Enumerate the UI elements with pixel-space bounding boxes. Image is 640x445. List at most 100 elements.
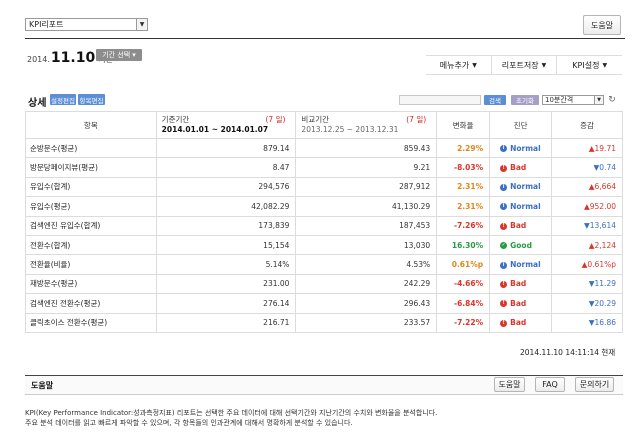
contact-button[interactable]: 문의하기 <box>575 377 614 392</box>
row-base-value: 294,576 <box>155 176 297 198</box>
interval-select[interactable]: 10분간격 ▼ <box>542 95 604 105</box>
chevron-down-icon[interactable]: ▼ <box>594 96 603 104</box>
table-header-row: 항목 기준기간 (7 일) 2014.01.01 ~ 2014.01.07 비교기… <box>25 111 623 139</box>
row-diagnosis: i Normal <box>489 196 553 217</box>
help-guide-button[interactable]: 도움말 <box>494 377 525 392</box>
search-input[interactable] <box>399 95 481 105</box>
row-diagnosis-label: Good <box>510 240 532 250</box>
row-base-value: 173,839 <box>155 215 297 236</box>
row-diagnosis: i Normal <box>489 137 553 159</box>
table-row[interactable]: 유입수(합계) 294,576 287,912 2.31% i Normal ▲6,664 <box>25 176 623 198</box>
row-delta-value: 0.61%p <box>587 260 616 270</box>
menu-save-report-label: 리포트저장 <box>501 60 539 70</box>
table-row[interactable]: 검색엔진 전환수(평균) 276.14 296.43 -6.84%! Bad ▼20.29 <box>25 293 623 314</box>
caret-down-icon: ▼ <box>602 61 608 69</box>
row-compare-value: 9.21 <box>295 157 438 178</box>
item-edit-button[interactable]: 항목편집 <box>78 94 105 105</box>
row-item-name: 클릭초이스 전환수(평균) <box>25 312 157 333</box>
compare-period-days: (7 일) <box>406 115 427 124</box>
row-compare-value: 296.43 <box>295 293 438 314</box>
date-year: 2014. <box>27 55 50 64</box>
help-description-line-2: 주요 분석 데이터를 읽고 빠르게 파악할 수 있으며, 각 항목들의 인과관계… <box>25 419 353 427</box>
menu-kpi-settings[interactable]: KPI설정 ▼ <box>556 56 622 74</box>
compare-period-range: 2013.12.25 ~ 2013.12.31 <box>301 125 399 134</box>
row-diagnosis: i Normal <box>489 176 553 198</box>
table-row[interactable]: 클릭초이스 전환수(평균) 216.71 233.57 -7.22%! Bad ▼16.8… <box>25 312 623 333</box>
row-change-rate: -6.84% <box>436 293 491 314</box>
diagnosis-bad-icon: ! <box>500 222 508 230</box>
diagnosis-normal-icon: i <box>500 183 508 191</box>
table-row[interactable]: 전환수(합계) 15,154 13,030 16.30% ✓ Good ▲2,124 <box>25 234 623 256</box>
reset-button[interactable]: 초기화 <box>511 95 539 105</box>
row-item-name: 유입수(평균) <box>25 196 157 217</box>
kpi-table: 항목 기준기간 (7 일) 2014.01.01 ~ 2014.01.07 비교기… <box>25 111 623 333</box>
row-change-rate: -7.22% <box>436 312 491 333</box>
report-select-value: KPI리포트 <box>29 20 64 29</box>
row-base-value: 231.00 <box>155 273 297 295</box>
row-change-rate: 16.30% <box>436 234 491 256</box>
refresh-icon[interactable]: ↻ <box>606 94 618 106</box>
row-change-rate: 2.31% <box>436 176 491 198</box>
row-delta: ▼20.29 <box>551 293 623 314</box>
row-delta: ▲0.61%p <box>551 254 623 275</box>
divider <box>25 38 625 39</box>
row-delta-value: 20.29 <box>594 298 616 308</box>
row-item-name: 방문당페이지뷰(평균) <box>25 157 157 178</box>
row-delta-value: 6,664 <box>594 182 616 192</box>
row-diagnosis: ! Bad <box>489 157 553 178</box>
row-item-name: 전환수(합계) <box>25 234 157 256</box>
row-base-value: 216.71 <box>155 312 297 333</box>
chevron-down-icon[interactable]: ▼ <box>136 19 147 30</box>
row-change-rate: -7.26% <box>436 215 491 236</box>
row-compare-value: 859.43 <box>295 137 438 159</box>
row-item-name: 검색엔진 유입수(합계) <box>25 215 157 236</box>
row-diagnosis: i Normal <box>489 254 553 275</box>
row-base-value: 5.14% <box>155 254 297 275</box>
row-item-name: 순방문수(평균) <box>25 137 157 159</box>
row-diagnosis: ✓ Good <box>489 234 553 256</box>
period-select-label: 기간 선택 <box>102 51 131 59</box>
table-row[interactable]: 유입수(평균) 42,082.29 41,130.29 2.31% i Normal ▲95… <box>25 196 623 217</box>
diagnosis-bad-icon: ! <box>500 319 508 327</box>
row-compare-value: 41,130.29 <box>295 196 438 217</box>
row-delta-value: 2,124 <box>594 240 616 250</box>
row-diagnosis-label: Bad <box>510 163 527 173</box>
diagnosis-normal-icon: i <box>500 145 508 153</box>
base-period-range: 2014.01.01 ~ 2014.01.07 <box>161 125 269 134</box>
row-compare-value: 233.57 <box>295 312 438 333</box>
menu-add[interactable]: 메뉴추가 ▼ <box>426 56 491 74</box>
row-change-rate: 2.29% <box>436 137 491 159</box>
header-item: 항목 <box>25 111 157 139</box>
menu-bar: 메뉴추가 ▼ 리포트저장 ▼ KPI설정 ▼ <box>426 55 622 75</box>
row-item-name: 검색엔진 전환수(평균) <box>25 293 157 314</box>
table-row[interactable]: 검색엔진 유입수(합계) 173,839 187,453 -7.26%! Bad ▼13,… <box>25 215 623 236</box>
row-delta: ▼11.29 <box>551 273 623 295</box>
search-button[interactable]: 검색 <box>484 95 506 105</box>
menu-save-report[interactable]: 리포트저장 ▼ <box>490 56 557 74</box>
row-change-rate: 2.31% <box>436 196 491 217</box>
period-select-button[interactable]: 기간 선택 ▾ <box>96 49 142 61</box>
row-base-value: 42,082.29 <box>155 196 297 217</box>
row-diagnosis-label: Bad <box>510 279 527 289</box>
header-base-period: 기준기간 (7 일) 2014.01.01 ~ 2014.01.07 <box>155 111 297 139</box>
base-period-label: 기준기간 <box>161 115 190 124</box>
settings-edit-button[interactable]: 설정편집 <box>50 94 76 105</box>
faq-button[interactable]: FAQ <box>535 377 565 392</box>
help-bar <box>25 375 623 395</box>
row-delta: ▲19.71 <box>551 137 623 159</box>
table-row[interactable]: 전환율(비율) 5.14% 4.53% 0.61%p i Normal ▲0.61%p <box>25 254 623 275</box>
table-row[interactable]: 순방문수(평균) 879.14 859.43 2.29% i Normal ▲19.71 <box>25 137 623 159</box>
help-description-line-1: KPI(Key Performance Indicator:성과측정지표) 리포… <box>25 409 438 417</box>
row-compare-value: 242.29 <box>295 273 438 295</box>
interval-select-value: 10분간격 <box>545 96 574 104</box>
base-period-days: (7 일) <box>265 115 286 124</box>
menu-add-label: 메뉴추가 <box>439 60 470 70</box>
help-button[interactable]: 도움말 <box>583 15 621 35</box>
table-row[interactable]: 재방문수(평균) 231.00 242.29 -4.66%! Bad ▼11.29 <box>25 273 623 295</box>
diagnosis-bad-icon: ! <box>500 280 508 288</box>
report-select[interactable]: KPI리포트 ▼ <box>25 18 148 31</box>
row-diagnosis: ! Bad <box>489 293 553 314</box>
table-row[interactable]: 방문당페이지뷰(평균) 8.47 9.21 -8.03%! Bad ▼0.74 <box>25 157 623 178</box>
row-item-name: 재방문수(평균) <box>25 273 157 295</box>
timestamp: 2014.11.10 14:11:14 현재 <box>520 348 616 357</box>
